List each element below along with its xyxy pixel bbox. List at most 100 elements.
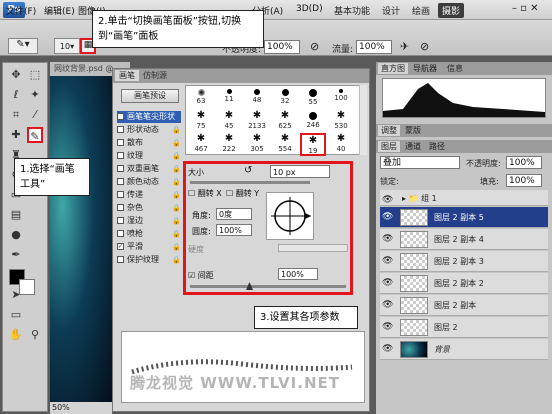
brush-tool-icon[interactable]: ✎ <box>27 127 43 143</box>
lasso-tool-icon[interactable]: ℓ <box>8 87 24 103</box>
lock-icon[interactable]: 🔒 <box>172 176 181 188</box>
tab-paths[interactable]: 路径 <box>426 141 448 152</box>
checkbox-icon[interactable] <box>117 126 124 133</box>
tab-navigator[interactable]: 导航器 <box>410 63 440 74</box>
brush-tip[interactable]: 63 <box>188 87 214 110</box>
brush-option-row[interactable]: 湿边 🔒 <box>117 215 181 227</box>
brush-tip[interactable]: 32 <box>272 87 298 110</box>
zoom-tool-icon[interactable]: ⚲ <box>27 327 43 343</box>
brush-tip[interactable]: ✱ 222 <box>216 133 242 156</box>
brush-option-row[interactable]: ✓ 平滑 🔒 <box>117 241 181 253</box>
ws-basic[interactable]: 基本功能 <box>330 3 374 18</box>
layer-row[interactable]: 👁 图层 2 副本 5 <box>380 207 548 228</box>
background-color-swatch[interactable] <box>19 279 35 295</box>
checkbox-icon[interactable] <box>117 204 124 211</box>
brush-tip[interactable]: ✱ 530 <box>328 110 354 133</box>
flip-y-checkbox[interactable]: ☐ 翻转 Y <box>226 188 259 199</box>
brush-tip[interactable]: ✱ 554 <box>272 133 298 156</box>
spacing-field[interactable]: 100% <box>278 268 318 280</box>
visibility-eye-icon[interactable]: 👁 <box>382 300 394 310</box>
opacity-field[interactable]: 100% <box>264 40 300 54</box>
angle-roundness-widget[interactable] <box>266 192 314 240</box>
gradient-icon[interactable]: ▤ <box>8 207 24 223</box>
brush-option-row[interactable]: 双重画笔 🔒 <box>117 163 181 175</box>
spacing-slider[interactable] <box>190 285 346 288</box>
fill-field[interactable]: 100% <box>506 174 542 187</box>
magic-wand-icon[interactable]: ✦ <box>27 87 43 103</box>
lock-icon[interactable]: 🔒 <box>172 150 181 162</box>
flip-x-checkbox[interactable]: ☐ 翻转 X <box>188 188 222 199</box>
layer-row[interactable]: 👁 图层 2 副本 3 <box>380 251 548 272</box>
checkbox-icon[interactable] <box>117 113 124 120</box>
size-field[interactable]: 10 px <box>270 165 330 178</box>
brush-preset-picker[interactable]: ✎▾ <box>8 38 38 54</box>
lock-icon[interactable]: 🔒 <box>172 254 181 266</box>
lock-icon[interactable]: 🔒 <box>172 124 181 136</box>
brush-option-row[interactable]: 散布 🔒 <box>117 137 181 149</box>
pressure-opacity-icon[interactable]: ⊘ <box>310 40 319 53</box>
eyedropper-icon[interactable]: ⁄ <box>27 107 43 123</box>
crop-tool-icon[interactable]: ⌗ <box>8 107 24 123</box>
brush-tip[interactable]: ✱ 45 <box>216 110 242 133</box>
brush-tip[interactable]: ✱ 40 <box>328 133 354 156</box>
layer-opacity-field[interactable]: 100% <box>506 156 542 169</box>
menu-3d[interactable]: 3D(D) <box>296 4 323 14</box>
brush-option-row[interactable]: 保护纹理 🔒 <box>117 254 181 266</box>
checked-box-icon[interactable]: ✓ <box>117 243 124 250</box>
layer-row[interactable]: 👁 图层 2 副本 4 <box>380 229 548 250</box>
layer-row[interactable]: 👁 图层 2 <box>380 317 548 338</box>
ws-design[interactable]: 设计 <box>378 3 404 18</box>
brush-tip[interactable]: 48 <box>244 87 270 110</box>
reset-size-icon[interactable]: ↺ <box>244 165 252 176</box>
checkbox-icon[interactable] <box>117 230 124 237</box>
lock-icon[interactable]: 🔒 <box>172 215 181 227</box>
size-slider[interactable] <box>190 181 310 184</box>
document-canvas[interactable] <box>50 76 112 402</box>
brush-option-row[interactable]: 颜色动态 🔒 <box>117 176 181 188</box>
brush-size-picker[interactable]: 10▾ <box>54 38 80 54</box>
layer-row[interactable]: 👁 背景 <box>380 339 548 360</box>
zoom-status[interactable]: 50% <box>50 402 112 414</box>
brush-tip[interactable]: 11 <box>216 87 242 110</box>
airbrush-icon[interactable]: ✈ <box>400 40 409 53</box>
dodge-icon[interactable]: ● <box>8 227 24 243</box>
tip-grid-scrollbar[interactable] <box>359 85 367 155</box>
visibility-eye-icon[interactable]: 👁 <box>382 256 394 266</box>
lock-icon[interactable]: 🔒 <box>172 241 181 253</box>
ws-paint[interactable]: 绘画 <box>408 3 434 18</box>
visibility-eye-icon[interactable]: 👁 <box>382 212 394 222</box>
lock-icon[interactable]: 🔒 <box>172 163 181 175</box>
lock-icon[interactable]: 🔒 <box>172 228 181 240</box>
angle-field[interactable]: 0度 <box>216 208 252 220</box>
checkbox-icon[interactable] <box>117 217 124 224</box>
tab-masks[interactable]: 蒙版 <box>402 125 424 136</box>
brush-presets-button[interactable]: 画笔预设 <box>121 89 179 103</box>
roundness-field[interactable]: 100% <box>216 224 252 236</box>
checkbox-icon[interactable] <box>117 191 124 198</box>
brush-option-row[interactable]: 喷枪 🔒 <box>117 228 181 240</box>
brush-tip[interactable]: ✱ 19 <box>300 133 326 156</box>
hand-tool-icon[interactable]: ✋ <box>8 327 24 343</box>
brush-tip[interactable]: 100 <box>328 87 354 110</box>
brush-tip[interactable]: ✱ 2133 <box>244 110 270 133</box>
tab-channels[interactable]: 通道 <box>402 141 424 152</box>
visibility-eye-icon[interactable]: 👁 <box>382 278 394 288</box>
visibility-eye-icon[interactable]: 👁 <box>382 344 394 354</box>
checkbox-icon[interactable] <box>117 165 124 172</box>
brush-tip[interactable]: ✱ 75 <box>188 110 214 133</box>
tab-info[interactable]: 信息 <box>444 63 466 74</box>
ws-photo[interactable]: 摄影 <box>438 3 465 18</box>
brush-tip[interactable]: ✱ 625 <box>272 110 298 133</box>
brush-tip[interactable]: 55 <box>300 87 326 110</box>
brush-option-row[interactable]: 画笔笔尖形状 <box>117 111 181 123</box>
brush-option-row[interactable]: 形状动态 🔒 <box>117 124 181 136</box>
flow-field[interactable]: 100% <box>356 40 392 54</box>
lock-icon[interactable]: 🔒 <box>172 137 181 149</box>
visibility-eye-icon[interactable]: 👁 <box>382 234 394 244</box>
checkbox-icon[interactable] <box>117 139 124 146</box>
pen-tool-icon[interactable]: ✒ <box>8 247 24 263</box>
checkbox-icon[interactable] <box>117 152 124 159</box>
brush-tip[interactable]: ✱ 305 <box>244 133 270 156</box>
hardness-slider[interactable] <box>278 244 348 252</box>
brush-option-row[interactable]: 杂色 🔒 <box>117 202 181 214</box>
